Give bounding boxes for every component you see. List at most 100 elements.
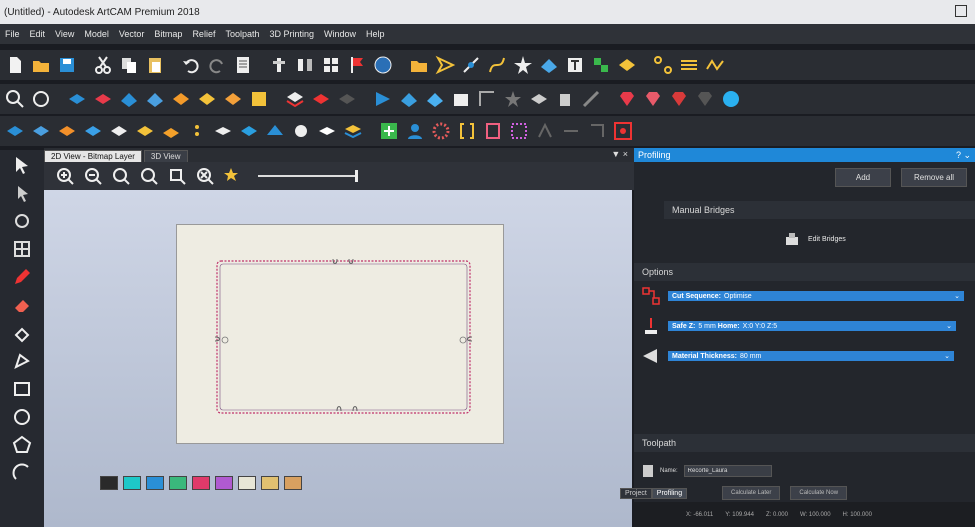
import-icon[interactable] (408, 54, 430, 76)
menu-edit[interactable]: Edit (25, 29, 51, 39)
target-icon[interactable] (612, 120, 634, 142)
material-sheet[interactable] (176, 224, 504, 444)
redo-icon[interactable] (206, 54, 228, 76)
gem-cluster-icon[interactable] (720, 88, 742, 110)
group-icon[interactable] (590, 54, 612, 76)
toolpath-tool-icon[interactable] (580, 88, 602, 110)
menu-vector[interactable]: Vector (114, 29, 150, 39)
zoom-out-icon[interactable] (82, 165, 104, 187)
design-viewport[interactable] (44, 190, 632, 527)
model-orange-icon[interactable] (56, 120, 78, 142)
model-stack2-icon[interactable] (342, 120, 364, 142)
zoom-in-icon[interactable] (54, 165, 76, 187)
select-box-icon[interactable] (508, 120, 530, 142)
swatch-cream[interactable] (238, 476, 256, 490)
toolpath-simulate-icon[interactable] (450, 88, 472, 110)
toolpath-save-icon[interactable] (476, 88, 498, 110)
model-wedge-icon[interactable] (264, 120, 286, 142)
shape-gray2-icon[interactable] (560, 120, 582, 142)
smooth-icon[interactable] (704, 54, 726, 76)
bridge-marker-right[interactable] (467, 336, 473, 342)
menu-bitmap[interactable]: Bitmap (149, 29, 187, 39)
shape-gray3-icon[interactable] (586, 120, 608, 142)
panel-help-icon[interactable]: ? ⌄ (956, 150, 971, 161)
toolpath-star-icon[interactable] (502, 88, 524, 110)
shape-gray1-icon[interactable] (534, 120, 556, 142)
menu-window[interactable]: Window (319, 29, 361, 39)
vector-rectangle[interactable] (177, 225, 505, 445)
calculate-later-button[interactable]: Calculate Later (722, 486, 781, 500)
node-select-icon[interactable] (2, 180, 42, 206)
save-icon[interactable] (56, 54, 78, 76)
zoom-icon[interactable] (4, 88, 26, 110)
cut-sequence-dropdown[interactable]: Cut Sequence: Optimise ⌄ (668, 291, 964, 301)
relief-layer-icon[interactable] (284, 88, 306, 110)
relief-merge-icon[interactable] (222, 88, 244, 110)
open-folder-icon[interactable] (30, 54, 52, 76)
model-cube-icon[interactable] (30, 120, 52, 142)
relief-layer-gray-icon[interactable] (336, 88, 358, 110)
safe-z-dropdown[interactable]: Safe Z: 5 mm Home: X:0 Y:0 Z:5 ⌄ (668, 321, 956, 331)
transform-icon[interactable] (538, 54, 560, 76)
gem-red-icon[interactable] (616, 88, 638, 110)
relief-extrude-icon[interactable] (118, 88, 140, 110)
relief-spin-icon[interactable] (144, 88, 166, 110)
bridge-marker-top[interactable] (332, 258, 354, 264)
curve-icon[interactable] (486, 54, 508, 76)
arc-icon[interactable] (2, 460, 42, 486)
model-plate-icon[interactable] (316, 120, 338, 142)
edit-bridges-button[interactable]: Edit Bridges (784, 231, 975, 247)
notes-icon[interactable] (232, 54, 254, 76)
toolpath-name-input[interactable] (683, 465, 772, 477)
swatch-tan[interactable] (284, 476, 302, 490)
swatch-purple[interactable] (215, 476, 233, 490)
toolpath-drill-icon[interactable] (424, 88, 446, 110)
relief-shape-icon[interactable] (66, 88, 88, 110)
node-edit-icon[interactable] (460, 54, 482, 76)
model-flat-icon[interactable] (212, 120, 234, 142)
rectangle-icon[interactable] (2, 376, 42, 402)
paste-icon[interactable] (144, 54, 166, 76)
toolpath-bin-icon[interactable] (554, 88, 576, 110)
distribute-icon[interactable] (294, 54, 316, 76)
menu-3d-printing[interactable]: 3D Printing (264, 29, 319, 39)
grid-tool-icon[interactable] (2, 236, 42, 262)
nodes-icon[interactable] (652, 54, 674, 76)
toolpath-2d-icon[interactable] (372, 88, 394, 110)
menu-model[interactable]: Model (79, 29, 114, 39)
cut-icon[interactable] (92, 54, 114, 76)
mirror-icon[interactable] (482, 120, 504, 142)
swatch-red[interactable] (192, 476, 210, 490)
copy-icon[interactable] (118, 54, 140, 76)
add-button[interactable]: Add (835, 168, 891, 187)
material-thickness-dropdown[interactable]: Material Thickness: 80 mm ⌄ (668, 351, 954, 361)
relief-layer-red-icon[interactable] (310, 88, 332, 110)
bridge-marker-bottom[interactable] (336, 406, 358, 412)
relief-smooth-icon[interactable] (196, 88, 218, 110)
add-green-icon[interactable] (378, 120, 400, 142)
fill-icon[interactable] (2, 320, 42, 346)
transform-tool-icon[interactable] (2, 208, 42, 234)
model-layers-icon[interactable] (82, 120, 104, 142)
circle-icon[interactable] (2, 404, 42, 430)
tab-project[interactable]: Project (620, 488, 652, 499)
zoom-1to1-icon[interactable] (138, 165, 160, 187)
zoom-star-icon[interactable] (222, 165, 244, 187)
gem-heart-icon[interactable] (642, 88, 664, 110)
polygon-icon[interactable] (2, 432, 42, 458)
flag-icon[interactable] (346, 54, 368, 76)
grid-icon[interactable] (320, 54, 342, 76)
swatch-blue[interactable] (146, 476, 164, 490)
bracket-icon[interactable] (456, 120, 478, 142)
swatch-gold[interactable] (261, 476, 279, 490)
swatch-cyan[interactable] (123, 476, 141, 490)
polyline-icon[interactable] (2, 348, 42, 374)
display-options-icon[interactable] (372, 54, 394, 76)
swatch-black[interactable] (100, 476, 118, 490)
menu-relief[interactable]: Relief (187, 29, 220, 39)
view-tab-controls[interactable]: ▼ × (611, 149, 628, 159)
fill-pattern-icon[interactable] (678, 54, 700, 76)
menu-view[interactable]: View (50, 29, 79, 39)
gem-gray-icon[interactable] (694, 88, 716, 110)
tab-profiling[interactable]: Profiling (651, 488, 688, 499)
